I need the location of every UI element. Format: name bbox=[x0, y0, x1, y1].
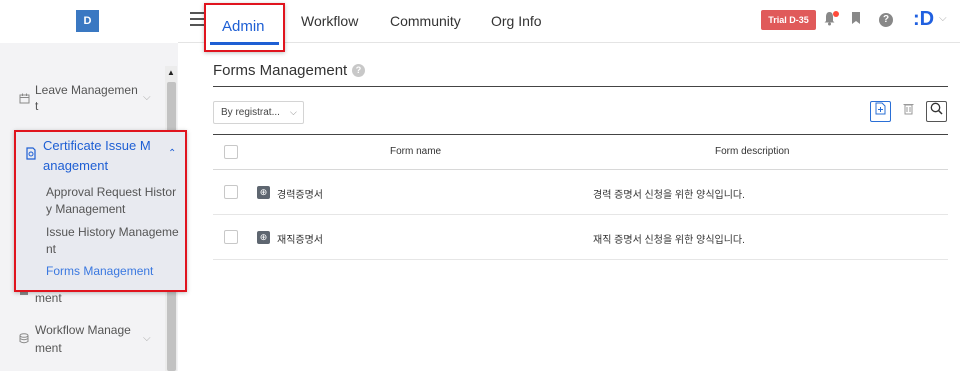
select-all-checkbox[interactable] bbox=[224, 145, 238, 159]
sidebar-item-label: Leave Managemen bbox=[35, 83, 138, 97]
scroll-up-arrow-icon[interactable]: ▲ bbox=[167, 68, 175, 77]
tab-admin[interactable]: Admin bbox=[204, 3, 285, 52]
search-button[interactable] bbox=[926, 101, 947, 122]
sidebar-group-label-cont[interactable]: anagement bbox=[43, 157, 108, 174]
globe-icon: ⊕ bbox=[257, 186, 270, 199]
chevron-down-icon: ⌵ bbox=[290, 107, 297, 117]
sidebar-item-workflow-management[interactable]: Workflow Manage ment ⌵ bbox=[0, 322, 165, 358]
sub-item-forms-management[interactable]: Forms Management bbox=[46, 263, 153, 280]
logo-bar: D bbox=[0, 0, 178, 43]
app-logo[interactable]: D bbox=[76, 10, 99, 32]
tab-community[interactable]: Community bbox=[390, 13, 461, 29]
help-icon[interactable]: ? bbox=[352, 64, 365, 77]
tab-admin-label: Admin bbox=[222, 18, 265, 35]
header-divider bbox=[213, 169, 948, 170]
bookmark-icon[interactable] bbox=[851, 11, 861, 28]
database-icon bbox=[19, 333, 29, 347]
add-form-button[interactable] bbox=[870, 101, 891, 122]
globe-icon: ⊕ bbox=[257, 231, 270, 244]
chevron-down-icon: ⌵ bbox=[143, 92, 151, 103]
form-name[interactable]: 경력증명서 bbox=[277, 186, 323, 201]
certificate-icon bbox=[25, 147, 37, 163]
chevron-down-icon: ⌵ bbox=[143, 333, 151, 344]
sub-item-issue-history-management-cont[interactable]: nt bbox=[46, 241, 56, 258]
active-tab-indicator bbox=[210, 42, 279, 45]
row-divider bbox=[213, 259, 948, 260]
title-divider bbox=[213, 86, 948, 87]
add-document-icon bbox=[875, 102, 886, 115]
page-title: Forms Management bbox=[213, 62, 348, 79]
user-avatar-icon[interactable]: :D bbox=[913, 8, 934, 31]
sidebar-item-label-cont: ment bbox=[35, 291, 62, 305]
row-checkbox[interactable] bbox=[224, 185, 238, 199]
trial-badge[interactable]: Trial D-35 bbox=[761, 10, 816, 30]
help-icon[interactable]: ? bbox=[879, 13, 893, 27]
sidebar-group-label[interactable]: Certificate Issue M bbox=[43, 137, 151, 154]
search-icon bbox=[930, 102, 943, 115]
tab-workflow[interactable]: Workflow bbox=[301, 13, 358, 29]
notification-dot bbox=[833, 11, 839, 17]
delete-button[interactable] bbox=[898, 101, 919, 122]
sidebar-item-label: Workflow Manage bbox=[35, 323, 131, 337]
sidebar-item-leave-management[interactable]: Leave Managemen t ⌵ bbox=[0, 80, 165, 118]
sub-item-approval-request-history-cont[interactable]: y Management bbox=[46, 201, 125, 218]
top-navigation-bar bbox=[178, 0, 960, 43]
row-checkbox[interactable] bbox=[224, 230, 238, 244]
row-divider bbox=[213, 214, 948, 215]
column-header-form-name[interactable]: Form name bbox=[390, 146, 441, 157]
sort-dropdown-value: By registrat... bbox=[221, 107, 280, 118]
tab-org-info[interactable]: Org Info bbox=[491, 13, 542, 29]
form-description: 경력 증명서 신청을 위한 양식입니다. bbox=[593, 190, 745, 201]
sidebar-item-label-cont: t bbox=[35, 99, 39, 113]
form-name[interactable]: 재직증명서 bbox=[277, 231, 323, 246]
calendar-icon bbox=[19, 93, 30, 107]
form-description: 재직 증명서 신청을 위한 양식입니다. bbox=[593, 235, 745, 246]
sidebar-group-certificate-issue-management: Certificate Issue M anagement ⌃ Approval… bbox=[14, 130, 187, 292]
trash-icon bbox=[903, 104, 914, 115]
sub-item-approval-request-history[interactable]: Approval Request Histor bbox=[46, 184, 176, 201]
sidebar-item-label-cont: ment bbox=[35, 341, 62, 355]
table-top-border bbox=[213, 134, 948, 135]
sort-dropdown[interactable]: By registrat... ⌵ bbox=[213, 101, 304, 124]
column-header-form-description[interactable]: Form description bbox=[715, 146, 789, 157]
chevron-down-icon[interactable]: ⌵ bbox=[939, 13, 947, 24]
sub-item-issue-history-management[interactable]: Issue History Manageme bbox=[46, 224, 179, 241]
chevron-up-icon[interactable]: ⌃ bbox=[168, 148, 176, 159]
